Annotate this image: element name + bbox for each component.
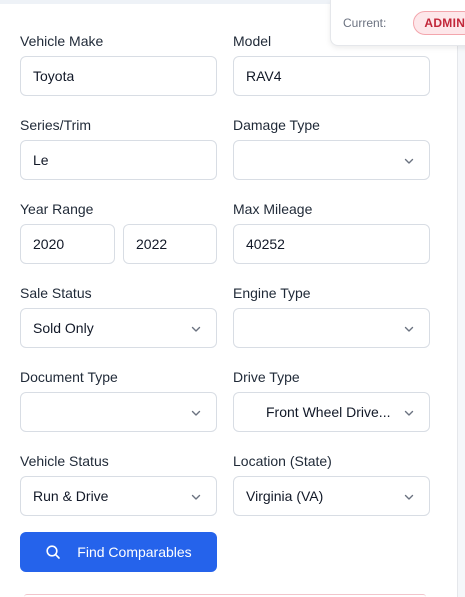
model-label: Model: [233, 33, 272, 49]
chevron-down-icon: [403, 407, 415, 419]
engine-type-label: Engine Type: [233, 285, 311, 301]
vehicle-make-value: Toyota: [33, 68, 75, 84]
sale-status-select[interactable]: Sold Only: [20, 308, 217, 348]
vehicle-status-label: Vehicle Status: [20, 453, 109, 469]
document-type-label: Document Type: [20, 369, 118, 385]
series-trim-value: Le: [33, 152, 49, 168]
max-mileage-label: Max Mileage: [233, 201, 313, 217]
chevron-down-icon: [403, 155, 415, 167]
damage-type-select[interactable]: [233, 140, 430, 180]
chevron-down-icon: [403, 491, 415, 503]
sale-status-label: Sale Status: [20, 285, 92, 301]
drive-type-label: Drive Type: [233, 369, 300, 385]
chevron-down-icon: [403, 323, 415, 335]
location-state-label: Location (State): [233, 453, 332, 469]
sale-status-value: Sold Only: [33, 320, 94, 336]
model-input[interactable]: RAV4: [233, 56, 430, 96]
vehicle-make-input[interactable]: Toyota: [20, 56, 217, 96]
location-state-select[interactable]: Virginia (VA): [233, 476, 430, 516]
document-type-select[interactable]: [20, 392, 217, 432]
find-comparables-label: Find Comparables: [77, 544, 192, 560]
vehicle-make-label: Vehicle Make: [20, 33, 104, 49]
max-mileage-value: 40252: [246, 236, 285, 252]
right-rail: [457, 0, 465, 597]
year-to-value: 2022: [136, 236, 168, 252]
chevron-down-icon: [190, 323, 202, 335]
chevron-down-icon: [190, 407, 202, 419]
year-from-input[interactable]: 2020: [20, 224, 115, 264]
year-from-value: 2020: [33, 236, 65, 252]
chevron-down-icon: [190, 491, 202, 503]
damage-type-label: Damage Type: [233, 117, 320, 133]
year-range-label: Year Range: [20, 201, 94, 217]
max-mileage-input[interactable]: 40252: [233, 224, 430, 264]
role-badge[interactable]: ADMIN: [413, 10, 465, 35]
vehicle-status-value: Run & Drive: [33, 488, 109, 504]
series-trim-label: Series/Trim: [20, 117, 92, 133]
role-popover: Current: ADMIN: [330, 0, 465, 46]
drive-type-select[interactable]: Front Wheel Drive...: [233, 392, 430, 432]
engine-type-select[interactable]: [233, 308, 430, 348]
location-state-value: Virginia (VA): [246, 488, 324, 504]
search-icon: [45, 544, 61, 560]
current-role-label: Current:: [343, 15, 387, 30]
drive-type-value: Front Wheel Drive...: [266, 404, 391, 420]
find-comparables-button[interactable]: Find Comparables: [20, 532, 217, 572]
year-to-input[interactable]: 2022: [123, 224, 217, 264]
model-value: RAV4: [246, 68, 282, 84]
vehicle-status-select[interactable]: Run & Drive: [20, 476, 217, 516]
series-trim-input[interactable]: Le: [20, 140, 217, 180]
